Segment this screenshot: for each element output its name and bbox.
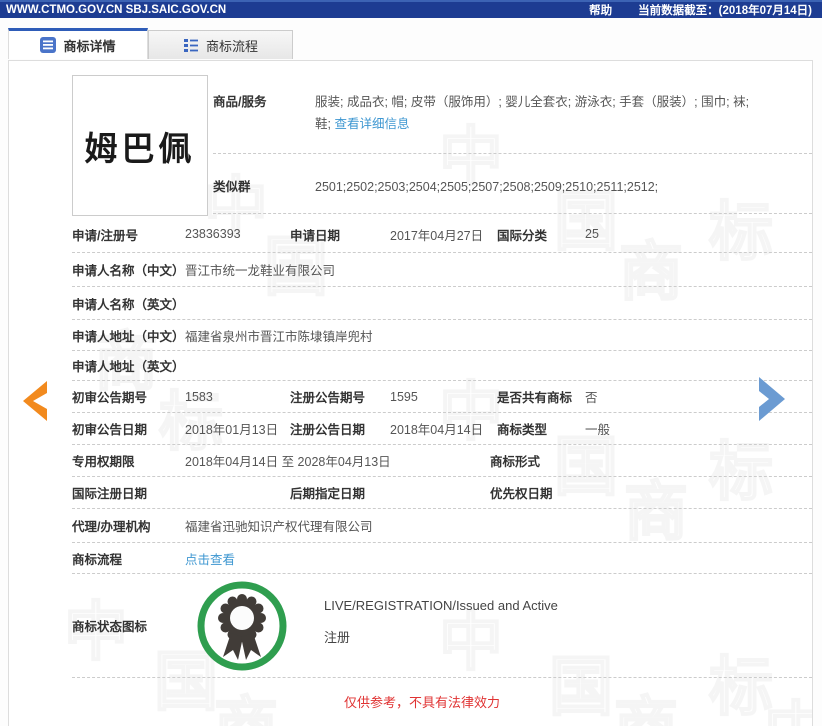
tab-bar: 商标详情 商标流程: [8, 28, 822, 59]
disclaimer-text: 仅供参考，不具有法律效力: [343, 695, 500, 710]
table-row-applicant-en: 申请人名称（英文）: [72, 287, 812, 320]
tab-trademark-process[interactable]: 商标流程: [148, 30, 293, 59]
similar-group-row: 类似群 2501;2502;2503;2504;2505;2507;2508;2…: [213, 154, 812, 214]
table-row-reg: 申请/注册号 23836393 申请日期 2017年04月27日 国际分类 25: [72, 216, 812, 253]
reg-gazette-no-label: 注册公告期号: [290, 391, 366, 405]
address-cn-value: 福建省泉州市晋江市陈埭镇岸兜村: [185, 329, 373, 344]
table-row-gazette-date: 初审公告日期 2018年01月13日 注册公告日期 2018年04月14日 商标…: [72, 413, 812, 445]
exclusive-period-value: 2018年04月14日 至 2028年04月13日: [185, 455, 391, 469]
first-gazette-no-value: 1583: [185, 389, 213, 404]
apply-date-value: 2017年04月27日: [390, 228, 484, 243]
intl-class-value: 25: [585, 227, 599, 241]
first-gazette-no-label: 初审公告期号: [72, 391, 148, 405]
priority-date-label: 优先权日期: [490, 487, 553, 501]
tab-details-label: 商标详情: [63, 38, 116, 54]
goods-services-label: 商品/服务: [213, 95, 267, 109]
details-list-icon: [40, 37, 57, 53]
reg-no-label: 申请/注册号: [72, 228, 138, 243]
table-row-flow: 商标流程 点击查看: [72, 543, 812, 574]
apply-date-label: 申请日期: [290, 228, 341, 243]
reg-gazette-date-label: 注册公告日期: [290, 423, 366, 437]
table-row-agency: 代理/办理机构 福建省迅驰知识产权代理有限公司: [72, 509, 812, 543]
site-url: WWW.CTMO.GOV.CN SBJ.SAIC.GOV.CN: [6, 4, 227, 16]
goods-services-value: 服装; 成品衣; 帽; 皮带（服饰用）; 婴儿全套衣; 游泳衣; 手套（服装）;…: [315, 95, 750, 131]
agency-value: 福建省迅驰知识产权代理有限公司: [185, 520, 373, 534]
flow-view-link[interactable]: 点击查看: [185, 549, 812, 568]
address-en-label: 申请人地址（英文）: [72, 360, 185, 374]
tab-trademark-details[interactable]: 商标详情: [8, 28, 148, 59]
applicant-cn-value: 晋江市统一龙鞋业有限公司: [185, 264, 336, 278]
similar-group-value: 2501;2502;2503;2504;2505;2507;2508;2509;…: [315, 180, 659, 194]
data-as-of: 当前数据截至：(2018年07月14日): [638, 5, 812, 17]
reg-gazette-no-value: 1595: [390, 389, 418, 404]
reg-gazette-date-value: 2018年04月14日: [390, 423, 484, 437]
tab-process-label: 商标流程: [205, 38, 258, 54]
table-row-address-cn: 申请人地址（中文） 福建省泉州市晋江市陈埭镇岸兜村: [72, 320, 812, 351]
status-line-english: LIVE/REGISTRATION/Issued and Active: [324, 597, 558, 613]
late-designation-date-label: 后期指定日期: [290, 487, 366, 501]
applicant-cn-label: 申请人名称（中文）: [72, 264, 185, 278]
status-icon-label: 商标状态图标: [72, 620, 148, 634]
watermark-glyph: 标: [159, 721, 223, 726]
table-row-gazette-no: 初审公告期号 1583 注册公告期号 1595 是否共有商标 否: [72, 381, 812, 413]
goods-services-row: 商品/服务 服装; 成品衣; 帽; 皮带（服饰用）; 婴儿全套衣; 游泳衣; 手…: [213, 75, 812, 154]
help-link[interactable]: 帮助: [589, 2, 612, 18]
first-gazette-date-value: 2018年01月13日: [185, 423, 279, 437]
next-arrow-button[interactable]: [755, 375, 789, 428]
status-text: LIVE/REGISTRATION/Issued and Active 注册: [324, 592, 558, 660]
address-cn-label: 申请人地址（中文）: [72, 329, 185, 344]
trademark-text: 姆巴佩: [84, 129, 196, 167]
shared-mark-label: 是否共有商标: [497, 391, 573, 405]
top-section: 姆巴佩 商品/服务 服装; 成品衣; 帽; 皮带（服饰用）; 婴儿全套衣; 游泳…: [72, 75, 812, 216]
exclusive-period-label: 专用权期限: [72, 455, 135, 469]
table-row-intl-dates: 国际注册日期 后期指定日期 优先权日期: [72, 477, 812, 509]
intl-reg-date-label: 国际注册日期: [72, 487, 148, 501]
process-list-icon: [183, 39, 198, 52]
applicant-en-label: 申请人名称（英文）: [72, 297, 185, 312]
previous-arrow-button[interactable]: [18, 380, 48, 427]
reg-no-value: 23836393: [185, 227, 241, 241]
table-row-status: 商标状态图标 LIVE/REGISTRATION/Issued and Acti…: [72, 574, 812, 678]
first-gazette-date-label: 初审公告日期: [72, 423, 148, 437]
similar-group-label: 类似群: [213, 180, 251, 194]
trademark-image: 姆巴佩: [72, 75, 208, 216]
status-line-chinese: 注册: [324, 629, 351, 645]
table-row-applicant-cn: 申请人名称（中文） 晋江市统一龙鞋业有限公司: [72, 253, 812, 287]
intl-class-label: 国际分类: [497, 228, 548, 243]
agency-label: 代理/办理机构: [72, 520, 151, 534]
trademark-detail-panel: 中国商标中国商标中国商标中国商标中国商标中 姆巴佩 商品/服务 服装; 成品衣;…: [8, 60, 813, 726]
status-badge-icon: [197, 581, 287, 671]
mark-form-label: 商标形式: [490, 455, 541, 469]
view-details-link[interactable]: 查看详细信息: [334, 117, 409, 131]
table-row-address-en: 申请人地址（英文）: [72, 351, 812, 381]
flow-label: 商标流程: [72, 552, 123, 567]
mark-type-label: 商标类型: [497, 423, 548, 437]
top-header-bar: WWW.CTMO.GOV.CN SBJ.SAIC.GOV.CN 帮助 当前数据截…: [0, 0, 822, 18]
table-row-exclusive-period: 专用权期限 2018年04月14日 至 2028年04月13日 商标形式: [72, 445, 812, 477]
